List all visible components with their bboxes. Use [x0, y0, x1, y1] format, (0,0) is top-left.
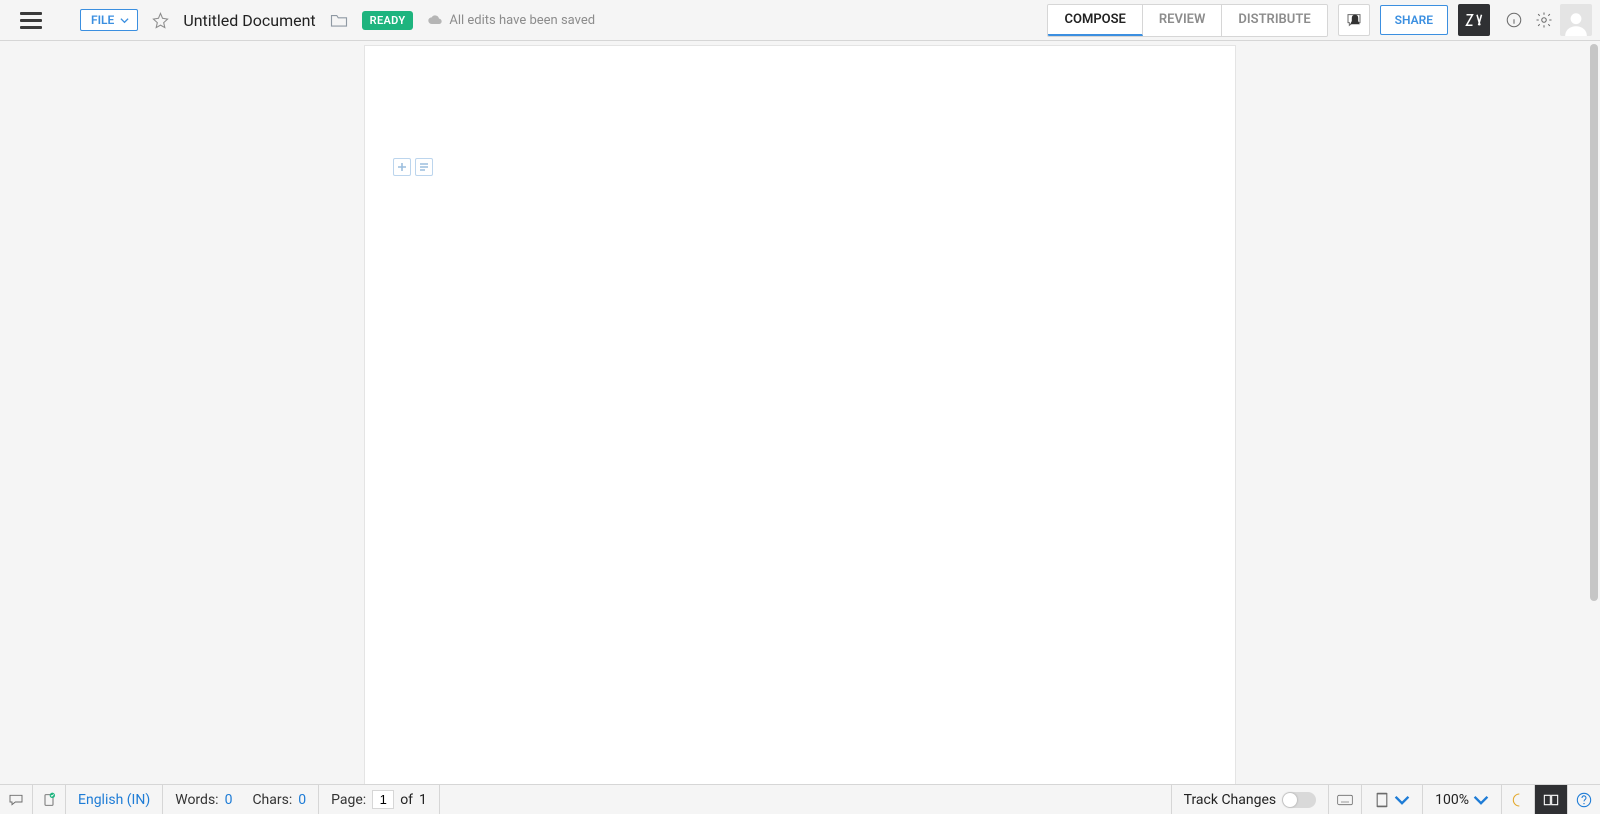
chars-label: Chars:: [252, 792, 292, 808]
settings-button[interactable]: [1530, 4, 1558, 36]
info-icon: [1505, 11, 1523, 29]
app-header: FILE Untitled Document READY All edits h…: [0, 0, 1600, 41]
chars-value: 0: [298, 792, 306, 808]
folder-icon[interactable]: [330, 12, 348, 28]
page-current-input[interactable]: [372, 790, 394, 809]
zia-icon: [1465, 13, 1483, 27]
clipboard-button[interactable]: [33, 785, 66, 814]
help-icon: [1576, 792, 1592, 808]
notifications-button[interactable]: [1338, 4, 1370, 36]
mode-tabs: COMPOSE REVIEW DISTRIBUTE: [1047, 4, 1327, 37]
chevron-down-icon: [1394, 792, 1410, 808]
track-changes-label: Track Changes: [1184, 792, 1277, 808]
zoom-control[interactable]: 100%: [1423, 785, 1502, 814]
moon-icon: [1510, 792, 1526, 808]
document-page[interactable]: [365, 46, 1235, 784]
track-changes-toggle[interactable]: [1282, 792, 1316, 808]
dark-mode-button[interactable]: [1502, 785, 1535, 814]
page-width-button[interactable]: [1362, 785, 1423, 814]
plus-icon: [397, 162, 407, 172]
insert-block-button[interactable]: [393, 158, 411, 176]
status-bar: English (IN) Words: 0 Chars: 0 Page: of …: [0, 784, 1600, 814]
zia-assistant-button[interactable]: [1458, 4, 1490, 36]
chevron-down-icon: [1473, 792, 1489, 808]
gear-icon: [1535, 11, 1553, 29]
words-label: Words:: [175, 792, 218, 808]
tab-review[interactable]: REVIEW: [1143, 5, 1223, 36]
words-value: 0: [225, 792, 233, 808]
document-title[interactable]: Untitled Document: [183, 11, 315, 30]
bell-icon: [1347, 13, 1363, 29]
person-icon: [1563, 10, 1589, 36]
lines-icon: [419, 162, 429, 172]
user-avatar[interactable]: [1560, 4, 1592, 36]
status-badge: READY: [362, 11, 414, 30]
page-of: of: [400, 792, 413, 808]
track-changes-control: Track Changes: [1171, 785, 1330, 814]
reader-view-button[interactable]: [1535, 785, 1568, 814]
language-selector[interactable]: English (IN): [66, 785, 163, 814]
document-canvas[interactable]: [0, 41, 1600, 784]
page-fit-icon: [1374, 792, 1390, 808]
info-button[interactable]: [1500, 4, 1528, 36]
zoom-value: 100%: [1435, 792, 1469, 808]
keyboard-shortcuts-button[interactable]: [1329, 785, 1362, 814]
comments-panel-button[interactable]: [0, 785, 33, 814]
hamburger-menu-icon[interactable]: [20, 12, 42, 29]
save-status-text: All edits have been saved: [449, 13, 595, 28]
insert-paragraph-button[interactable]: [415, 158, 433, 176]
star-icon[interactable]: [152, 12, 169, 29]
scrollbar-thumb[interactable]: [1590, 44, 1598, 601]
file-menu-label: FILE: [91, 13, 114, 27]
file-menu-button[interactable]: FILE: [80, 9, 138, 31]
word-char-count[interactable]: Words: 0 Chars: 0: [163, 785, 319, 814]
keyboard-icon: [1337, 792, 1353, 808]
page-indicator: Page: of 1: [319, 785, 440, 814]
language-label: English (IN): [78, 792, 150, 808]
speech-bubble-icon: [8, 792, 24, 808]
page-total: 1: [419, 792, 427, 808]
insert-widgets: [393, 158, 433, 176]
book-open-icon: [1543, 792, 1559, 808]
cloud-icon: [427, 14, 443, 26]
help-button[interactable]: [1568, 785, 1600, 814]
save-status: All edits have been saved: [427, 13, 595, 28]
page-label: Page:: [331, 792, 366, 808]
chevron-down-icon: [120, 16, 129, 25]
share-button[interactable]: SHARE: [1380, 5, 1448, 35]
tab-compose[interactable]: COMPOSE: [1048, 5, 1142, 36]
vertical-scrollbar[interactable]: [1587, 41, 1600, 784]
clipboard-check-icon: [41, 792, 57, 808]
tab-distribute[interactable]: DISTRIBUTE: [1222, 5, 1326, 36]
